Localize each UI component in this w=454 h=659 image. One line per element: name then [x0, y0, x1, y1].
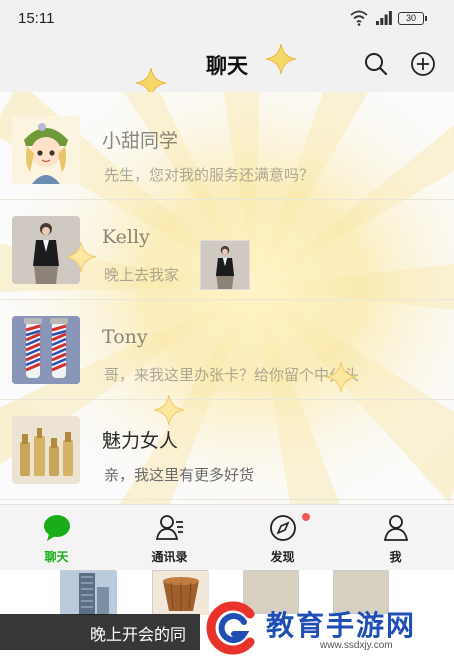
tab-label: 聊天	[44, 550, 69, 564]
chat-row[interactable]: Tony 哥，来我这里办张卡？给你留个中分头	[0, 300, 454, 400]
divider	[0, 499, 454, 500]
chat-bubble-icon	[44, 515, 70, 541]
search-icon[interactable]	[363, 51, 389, 77]
compass-icon	[270, 515, 296, 541]
watermark-logo-icon	[206, 601, 255, 655]
thumbnail-bucket	[152, 570, 209, 615]
tab-chats[interactable]: 聊天	[0, 505, 113, 571]
chat-name: Kelly	[102, 226, 150, 248]
tab-label: 我	[389, 550, 402, 564]
tab-discover[interactable]: 发现	[226, 505, 339, 571]
contacts-icon	[155, 515, 183, 540]
chat-preview: 先生，您对我的服务还满意吗？	[104, 166, 315, 184]
avatar	[12, 316, 80, 384]
chat-preview: 晚上去我家	[104, 266, 180, 284]
chat-preview: 哥，来我这里办张卡？给你留个中分头	[104, 366, 360, 384]
battery-indicator: 30	[398, 12, 427, 25]
sparkle-icon	[66, 242, 96, 272]
chat-name: Tony	[102, 326, 148, 348]
sparkle-icon	[154, 395, 184, 425]
avatar	[12, 416, 80, 484]
bottom-tab-bar: 聊天 通讯录 发现 我	[0, 504, 454, 570]
media-strip: 晚上开会的同 教育手游网 www.ssdxjy.com	[0, 570, 454, 659]
wifi-icon	[350, 10, 368, 26]
tab-contacts[interactable]: 通讯录	[113, 505, 226, 571]
status-bar: 15:11 30	[0, 0, 454, 38]
app-header: 聊天	[0, 38, 454, 92]
person-icon	[383, 515, 409, 541]
tab-me[interactable]: 我	[339, 505, 452, 571]
signal-icon	[376, 11, 392, 25]
chat-name: 魅力女人	[102, 430, 179, 452]
subtitle-text: 晚上开会的同	[90, 625, 187, 644]
sparkle-icon	[266, 44, 296, 74]
add-icon[interactable]	[410, 51, 436, 77]
chat-name: 小甜同学	[102, 130, 179, 152]
chat-list: 小甜同学 先生，您对我的服务还满意吗？ Kelly 晚上去我家 Tony 哥，来…	[0, 92, 454, 504]
notification-dot	[302, 513, 310, 521]
avatar	[12, 116, 80, 184]
status-time: 15:11	[18, 10, 55, 27]
tab-label: 通讯录	[151, 550, 188, 564]
sparkle-icon	[326, 362, 356, 392]
chat-row[interactable]: 小甜同学 先生，您对我的服务还满意吗？	[0, 100, 454, 200]
inline-photo	[200, 240, 250, 290]
subtitle-bar: 晚上开会的同	[0, 614, 200, 650]
tab-label: 发现	[270, 550, 295, 564]
chat-row[interactable]: 魅力女人 亲，我这里有更多好货	[0, 400, 454, 500]
watermark-text: 教育手游网	[266, 609, 417, 642]
watermark-url: www.ssdxjy.com	[320, 640, 393, 651]
thumbnail-building	[60, 570, 117, 615]
chat-preview: 亲，我这里有更多好货	[104, 466, 255, 484]
